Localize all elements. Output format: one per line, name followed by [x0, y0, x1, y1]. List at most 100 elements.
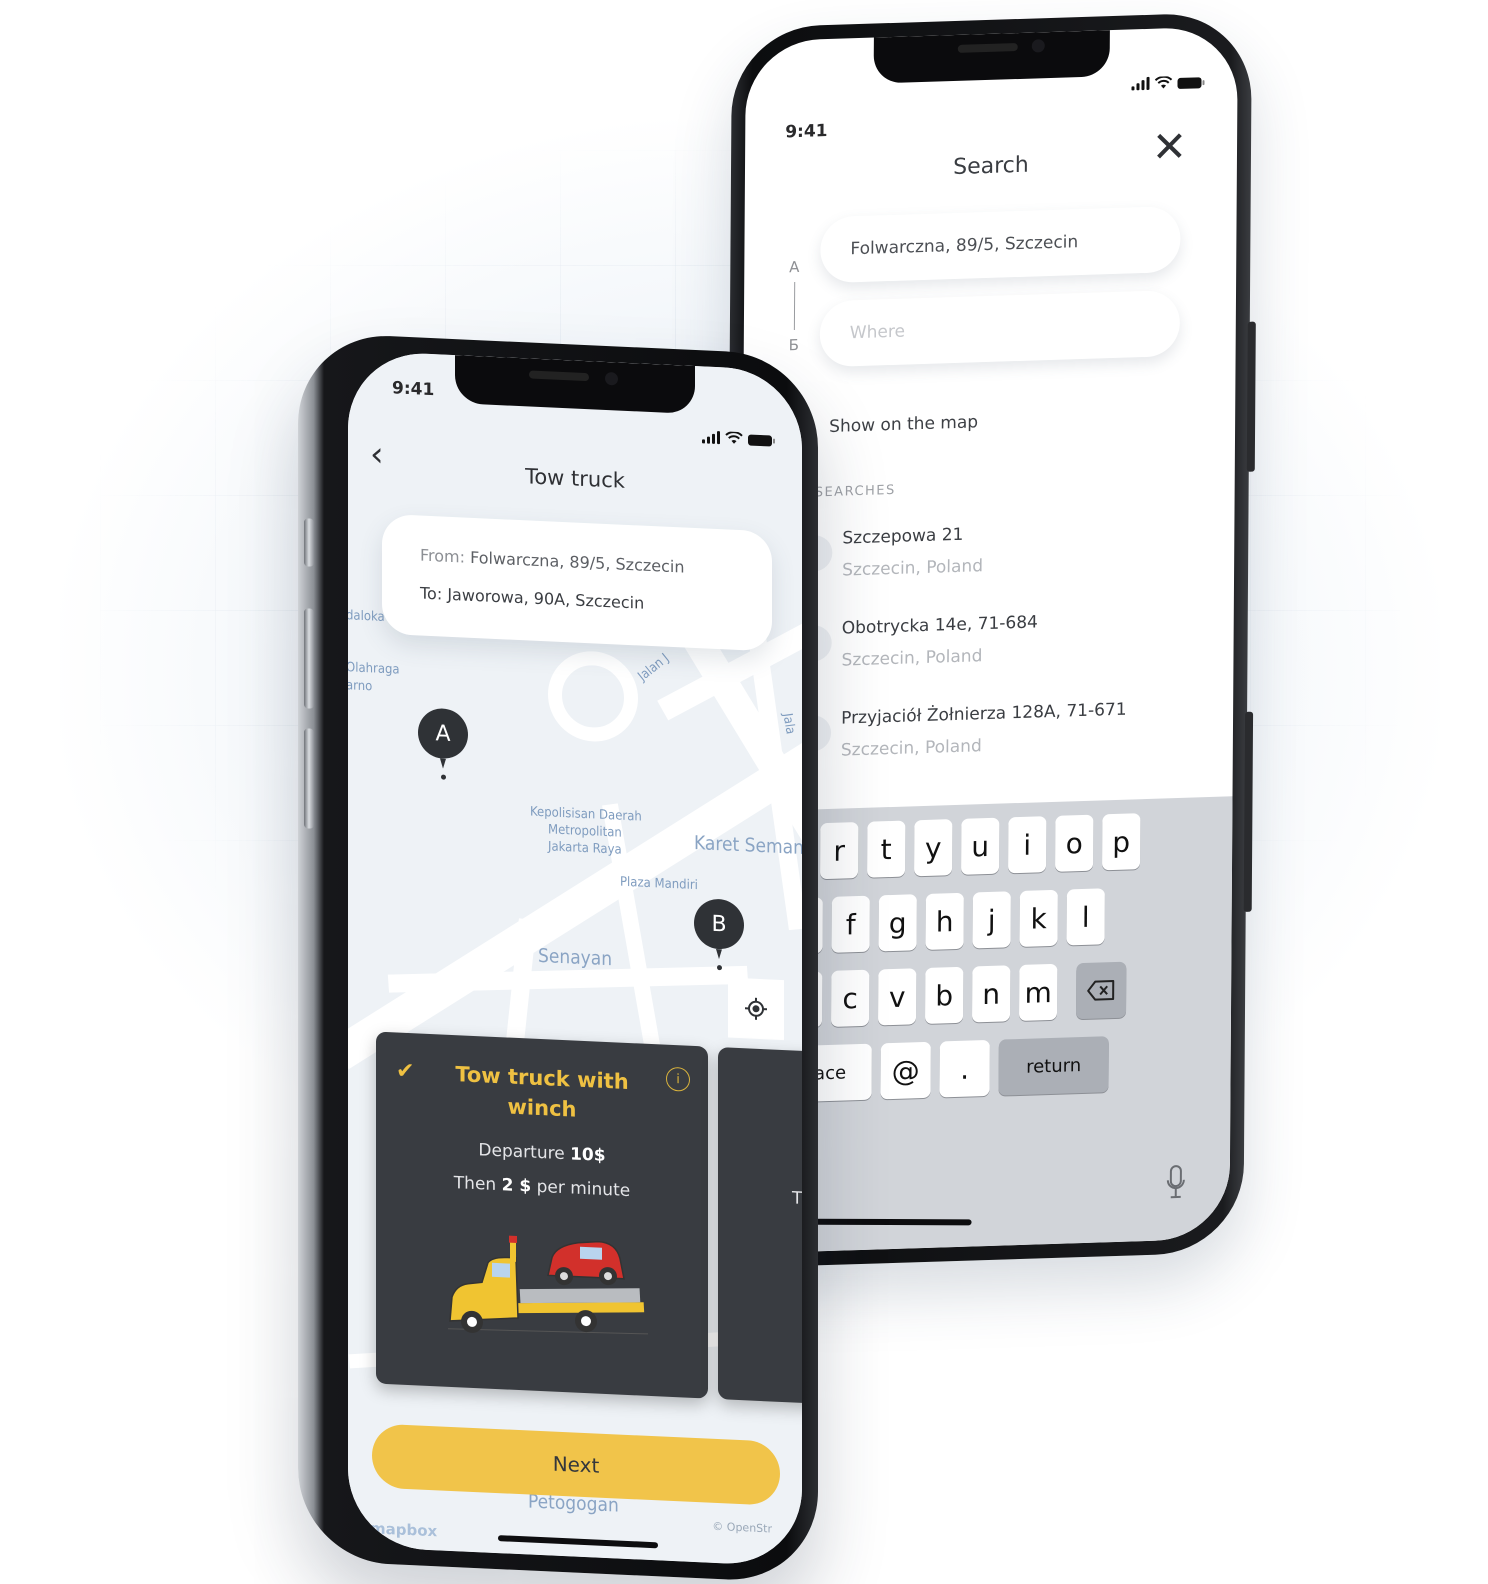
- map-label: Jakarta Raya: [548, 839, 622, 858]
- notch: [873, 30, 1110, 84]
- side-button: [1243, 711, 1254, 912]
- info-icon[interactable]: i: [666, 1066, 690, 1092]
- backspace-icon: [1087, 980, 1115, 1001]
- key-u[interactable]: u: [961, 817, 1000, 875]
- tariff-departure: Departure 10$: [376, 1136, 708, 1171]
- from-input-value: Folwarczna, 89/5, Szczecin: [850, 232, 1079, 260]
- tariff-partial-text: Th: [792, 1188, 802, 1210]
- per-minute-label: per minute: [536, 1176, 631, 1202]
- key-b[interactable]: b: [924, 966, 964, 1024]
- key-c[interactable]: c: [831, 969, 870, 1027]
- return-key[interactable]: return: [998, 1036, 1109, 1096]
- recent-search-item[interactable]: Szczepowa 21 Szczecin, Poland: [796, 519, 1156, 581]
- recent-subtitle: Szczecin, Poland: [841, 646, 983, 671]
- tariff-per-minute: Then 2 $ per minute: [376, 1170, 708, 1205]
- map-label: Olahraga: [348, 660, 400, 678]
- key-o[interactable]: o: [1055, 814, 1094, 872]
- key-n[interactable]: n: [971, 965, 1011, 1023]
- recent-title: Obotrycka 14e, 71-684: [841, 612, 1038, 639]
- locate-me-button[interactable]: [728, 977, 784, 1041]
- recent-subtitle: Szczecin, Poland: [840, 736, 982, 761]
- map-label: Kepolisisan Daerah: [530, 804, 642, 825]
- microphone-icon[interactable]: [1166, 1164, 1186, 1201]
- show-on-map-link[interactable]: Show on the map: [829, 412, 978, 437]
- map-label: daloka: [348, 608, 385, 625]
- recent-subtitle: Szczecin, Poland: [842, 556, 984, 581]
- wifi-icon: [725, 431, 743, 444]
- map-label: Senayan: [538, 944, 613, 971]
- status-icons: [1131, 75, 1202, 91]
- at-key[interactable]: @: [880, 1041, 931, 1100]
- map-marker-b-point: [717, 965, 722, 971]
- map-label: Metropolitan: [548, 822, 622, 841]
- map-roundabout: [548, 649, 638, 744]
- key-i[interactable]: i: [1008, 816, 1047, 874]
- route-to-value: Jaworowa, 90A, Szczecin: [447, 584, 645, 613]
- tariff-card-next[interactable]: Th: [718, 1047, 802, 1405]
- power-button: [1246, 321, 1256, 472]
- key-j[interactable]: j: [972, 891, 1011, 949]
- wifi-icon: [1154, 76, 1173, 89]
- route-from: From: Folwarczna, 89/5, Szczecin: [420, 546, 685, 577]
- key-m[interactable]: m: [1018, 963, 1058, 1022]
- key-y[interactable]: y: [914, 819, 953, 877]
- route-to: To: Jaworowa, 90A, Szczecin: [420, 584, 644, 613]
- map-label: Karet Semang: [694, 831, 802, 860]
- route-labels: A Б: [784, 258, 805, 355]
- departure-price: 10$: [570, 1144, 606, 1166]
- departure-label: Departure: [478, 1140, 565, 1165]
- dot-key[interactable]: .: [939, 1039, 990, 1098]
- recent-search-item[interactable]: Obotrycka 14e, 71-684 Szczecin, Poland: [795, 609, 1156, 671]
- backspace-key[interactable]: [1075, 961, 1127, 1020]
- route-to-label: To:: [420, 583, 443, 604]
- to-input-placeholder: Where: [849, 321, 906, 344]
- crosshair-icon: [745, 997, 767, 1020]
- route-from-label: From:: [420, 545, 466, 567]
- status-time: 9:41: [785, 120, 828, 143]
- battery-icon: [1177, 77, 1202, 89]
- key-p[interactable]: p: [1102, 813, 1141, 871]
- key-v[interactable]: v: [878, 968, 917, 1026]
- map-label: Jala: [779, 712, 798, 736]
- route-from-value: Folwarczna, 89/5, Szczecin: [470, 547, 685, 577]
- tariff-card-selected[interactable]: ✔ i Tow truck with winch Departure 10$ T…: [376, 1031, 708, 1399]
- home-indicator: [809, 1218, 972, 1226]
- per-minute-price: 2 $: [501, 1175, 532, 1197]
- key-g[interactable]: g: [878, 894, 917, 952]
- map-label: arno: [348, 678, 373, 695]
- mute-switch: [304, 518, 314, 567]
- signal-icon: [702, 430, 720, 445]
- from-input[interactable]: Folwarczna, 89/5, Szczecin: [820, 205, 1181, 284]
- key-h[interactable]: h: [925, 892, 964, 950]
- phone-tow-truck: daloka Olahraga arno Jalan J Jala Kepoli…: [298, 332, 818, 1584]
- map-label: Jalan J: [635, 650, 673, 685]
- route-label-from: A: [789, 257, 800, 277]
- recent-searches-header: SEARCHES: [814, 482, 896, 501]
- volume-up-button: [304, 608, 314, 709]
- close-x-icon[interactable]: ✕: [1152, 122, 1188, 172]
- key-k[interactable]: k: [1019, 889, 1058, 947]
- tow-truck-screen: daloka Olahraga arno Jalan J Jala Kepoli…: [348, 350, 802, 1567]
- signal-icon: [1131, 76, 1150, 91]
- route-summary-card[interactable]: From: Folwarczna, 89/5, Szczecin To: Jaw…: [382, 513, 772, 652]
- recent-search-item[interactable]: Przyjaciół Żołnierza 128A, 71-671 Szczec…: [794, 699, 1155, 761]
- recent-title: Szczepowa 21: [842, 524, 964, 549]
- key-r[interactable]: r: [820, 822, 859, 880]
- key-l[interactable]: l: [1066, 888, 1105, 946]
- key-f[interactable]: f: [831, 895, 870, 953]
- route-connector-line: [793, 282, 795, 331]
- to-input[interactable]: Where: [819, 289, 1181, 368]
- volume-down-button: [304, 728, 314, 829]
- tow-truck-illustration: [448, 1235, 648, 1335]
- then-label: Then: [453, 1173, 497, 1196]
- key-t[interactable]: t: [867, 820, 906, 878]
- tariff-name: Tow truck with winch: [455, 1062, 629, 1122]
- battery-icon: [748, 434, 772, 447]
- route-label-to: Б: [788, 335, 799, 355]
- mapbox-logo: mapbox: [370, 1519, 438, 1541]
- map-marker-a-point: [441, 774, 446, 780]
- recent-title: Przyjaciół Żołnierza 128A, 71-671: [841, 699, 1127, 729]
- check-icon: ✔: [396, 1058, 415, 1085]
- status-time: 9:41: [392, 378, 435, 401]
- map-attribution[interactable]: © OpenStr: [712, 1520, 772, 1536]
